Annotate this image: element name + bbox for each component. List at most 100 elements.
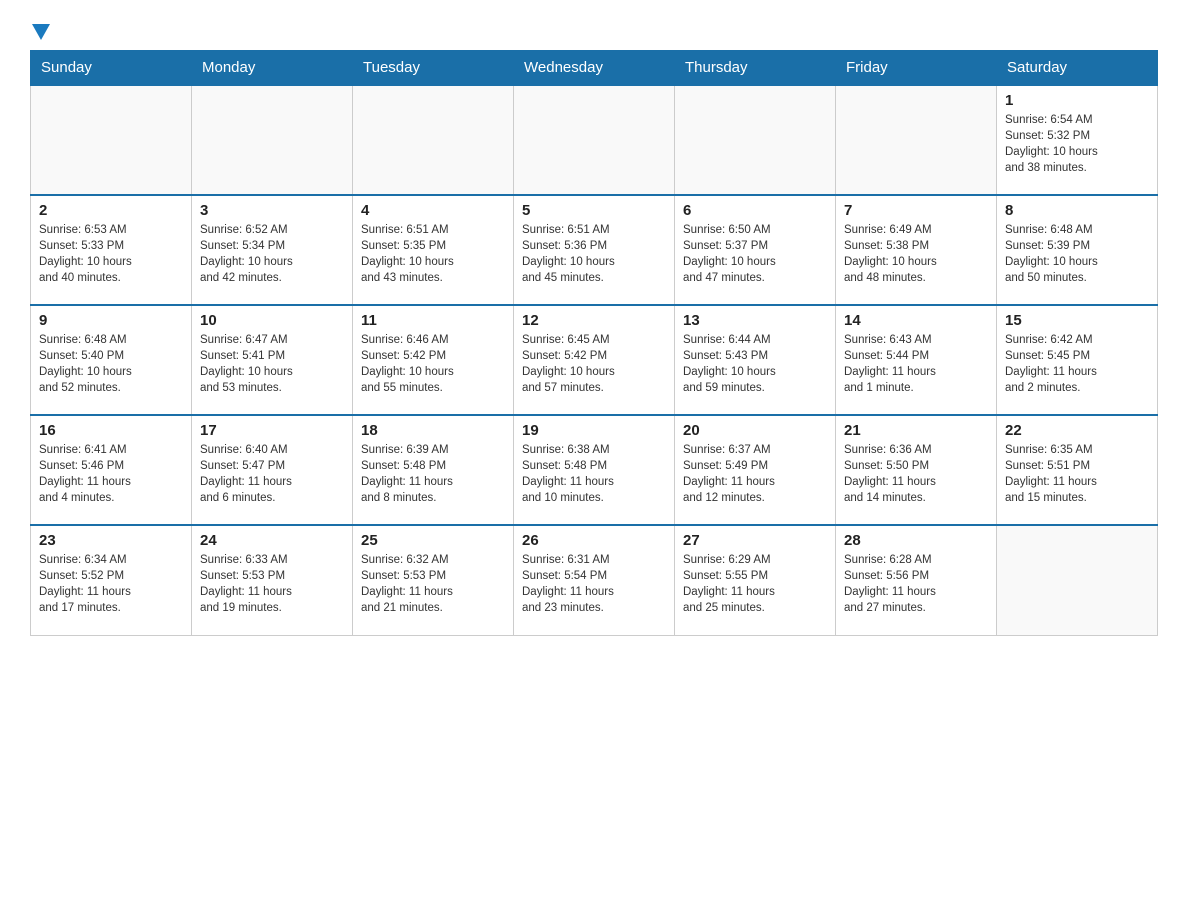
- day-info: Sunrise: 6:28 AM Sunset: 5:56 PM Dayligh…: [844, 552, 988, 616]
- week-row-4: 16Sunrise: 6:41 AM Sunset: 5:46 PM Dayli…: [31, 415, 1158, 525]
- week-row-1: 1 Sunrise: 6:54 AM Sunset: 5:32 PM Daylig…: [31, 85, 1158, 195]
- calendar-cell: 2 Sunrise: 6:53 AM Sunset: 5:33 PM Daylig…: [31, 195, 192, 305]
- day-number: 23: [39, 532, 183, 549]
- day-number: 2: [39, 202, 183, 219]
- calendar-cell: 23Sunrise: 6:34 AM Sunset: 5:52 PM Dayli…: [31, 525, 192, 635]
- calendar-cell: [514, 85, 675, 195]
- day-number: 10: [200, 312, 344, 329]
- day-number: 20: [683, 422, 827, 439]
- calendar-cell: 25 Sunrise: 6:32 AM Sunset: 5:53 PM Dayli…: [353, 525, 514, 635]
- day-info: Sunrise: 6:50 AM Sunset: 5:37 PM Dayligh…: [683, 222, 827, 286]
- day-number: 12: [522, 312, 666, 329]
- calendar-cell: 17Sunrise: 6:40 AM Sunset: 5:47 PM Dayli…: [192, 415, 353, 525]
- calendar-cell: [31, 85, 192, 195]
- calendar-cell: 3 Sunrise: 6:52 AM Sunset: 5:34 PM Daylig…: [192, 195, 353, 305]
- day-number: 22: [1005, 422, 1149, 439]
- day-number: 24: [200, 532, 344, 549]
- day-number: 18: [361, 422, 505, 439]
- day-info: Sunrise: 6:38 AM Sunset: 5:48 PM Dayligh…: [522, 442, 666, 506]
- day-number: 7: [844, 202, 988, 219]
- day-number: 6: [683, 202, 827, 219]
- day-number: 9: [39, 312, 183, 329]
- day-info: Sunrise: 6:29 AM Sunset: 5:55 PM Dayligh…: [683, 552, 827, 616]
- day-number: 5: [522, 202, 666, 219]
- calendar-cell: [192, 85, 353, 195]
- day-info: Sunrise: 6:48 AM Sunset: 5:39 PM Dayligh…: [1005, 222, 1149, 286]
- calendar-cell: 20 Sunrise: 6:37 AM Sunset: 5:49 PM Dayli…: [675, 415, 836, 525]
- weekday-header-wednesday: Wednesday: [514, 51, 675, 86]
- day-number: 11: [361, 312, 505, 329]
- weekday-header-monday: Monday: [192, 51, 353, 86]
- calendar-cell: 5 Sunrise: 6:51 AM Sunset: 5:36 PM Daylig…: [514, 195, 675, 305]
- day-info: Sunrise: 6:49 AM Sunset: 5:38 PM Dayligh…: [844, 222, 988, 286]
- day-number: 13: [683, 312, 827, 329]
- day-info: Sunrise: 6:53 AM Sunset: 5:33 PM Dayligh…: [39, 222, 183, 286]
- calendar-cell: 19 Sunrise: 6:38 AM Sunset: 5:48 PM Dayli…: [514, 415, 675, 525]
- day-info: Sunrise: 6:42 AM Sunset: 5:45 PM Dayligh…: [1005, 332, 1149, 396]
- calendar-cell: 18 Sunrise: 6:39 AM Sunset: 5:48 PM Dayli…: [353, 415, 514, 525]
- weekday-header-row: SundayMondayTuesdayWednesdayThursdayFrid…: [31, 51, 1158, 86]
- day-info: Sunrise: 6:31 AM Sunset: 5:54 PM Dayligh…: [522, 552, 666, 616]
- day-info: Sunrise: 6:36 AM Sunset: 5:50 PM Dayligh…: [844, 442, 988, 506]
- calendar-cell: 7 Sunrise: 6:49 AM Sunset: 5:38 PM Daylig…: [836, 195, 997, 305]
- calendar-cell: 15 Sunrise: 6:42 AM Sunset: 5:45 PM Dayli…: [997, 305, 1158, 415]
- calendar-cell: 24 Sunrise: 6:33 AM Sunset: 5:53 PM Dayli…: [192, 525, 353, 635]
- calendar-cell: 1 Sunrise: 6:54 AM Sunset: 5:32 PM Daylig…: [997, 85, 1158, 195]
- day-number: 27: [683, 532, 827, 549]
- weekday-header-thursday: Thursday: [675, 51, 836, 86]
- day-number: 25: [361, 532, 505, 549]
- day-info: Sunrise: 6:45 AM Sunset: 5:42 PM Dayligh…: [522, 332, 666, 396]
- day-number: 4: [361, 202, 505, 219]
- logo: [30, 20, 50, 40]
- day-number: 16: [39, 422, 183, 439]
- day-info: Sunrise: 6:43 AM Sunset: 5:44 PM Dayligh…: [844, 332, 988, 396]
- calendar-cell: [675, 85, 836, 195]
- calendar-cell: [353, 85, 514, 195]
- day-info: Sunrise: 6:52 AM Sunset: 5:34 PM Dayligh…: [200, 222, 344, 286]
- weekday-header-sunday: Sunday: [31, 51, 192, 86]
- day-number: 8: [1005, 202, 1149, 219]
- day-number: 1: [1005, 92, 1149, 109]
- calendar-cell: 28Sunrise: 6:28 AM Sunset: 5:56 PM Dayli…: [836, 525, 997, 635]
- calendar-cell: 21 Sunrise: 6:36 AM Sunset: 5:50 PM Dayli…: [836, 415, 997, 525]
- week-row-2: 2 Sunrise: 6:53 AM Sunset: 5:33 PM Daylig…: [31, 195, 1158, 305]
- day-number: 19: [522, 422, 666, 439]
- day-number: 17: [200, 422, 344, 439]
- weekday-header-friday: Friday: [836, 51, 997, 86]
- calendar-cell: 14 Sunrise: 6:43 AM Sunset: 5:44 PM Dayli…: [836, 305, 997, 415]
- calendar-cell: 8 Sunrise: 6:48 AM Sunset: 5:39 PM Daylig…: [997, 195, 1158, 305]
- day-info: Sunrise: 6:39 AM Sunset: 5:48 PM Dayligh…: [361, 442, 505, 506]
- calendar-cell: 12 Sunrise: 6:45 AM Sunset: 5:42 PM Dayli…: [514, 305, 675, 415]
- calendar-table: SundayMondayTuesdayWednesdayThursdayFrid…: [30, 50, 1158, 636]
- calendar-cell: 11Sunrise: 6:46 AM Sunset: 5:42 PM Dayli…: [353, 305, 514, 415]
- day-info: Sunrise: 6:54 AM Sunset: 5:32 PM Dayligh…: [1005, 112, 1149, 176]
- day-number: 21: [844, 422, 988, 439]
- calendar-cell: 22 Sunrise: 6:35 AM Sunset: 5:51 PM Dayli…: [997, 415, 1158, 525]
- calendar-cell: [836, 85, 997, 195]
- week-row-5: 23Sunrise: 6:34 AM Sunset: 5:52 PM Dayli…: [31, 525, 1158, 635]
- day-info: Sunrise: 6:51 AM Sunset: 5:35 PM Dayligh…: [361, 222, 505, 286]
- calendar-cell: 4 Sunrise: 6:51 AM Sunset: 5:35 PM Daylig…: [353, 195, 514, 305]
- calendar-cell: 26 Sunrise: 6:31 AM Sunset: 5:54 PM Dayli…: [514, 525, 675, 635]
- calendar-cell: 10 Sunrise: 6:47 AM Sunset: 5:41 PM Dayli…: [192, 305, 353, 415]
- calendar-cell: 27 Sunrise: 6:29 AM Sunset: 5:55 PM Dayli…: [675, 525, 836, 635]
- day-info: Sunrise: 6:47 AM Sunset: 5:41 PM Dayligh…: [200, 332, 344, 396]
- calendar-cell: 6 Sunrise: 6:50 AM Sunset: 5:37 PM Daylig…: [675, 195, 836, 305]
- day-info: Sunrise: 6:48 AM Sunset: 5:40 PM Dayligh…: [39, 332, 183, 396]
- day-info: Sunrise: 6:33 AM Sunset: 5:53 PM Dayligh…: [200, 552, 344, 616]
- calendar-cell: 16Sunrise: 6:41 AM Sunset: 5:46 PM Dayli…: [31, 415, 192, 525]
- week-row-3: 9 Sunrise: 6:48 AM Sunset: 5:40 PM Daylig…: [31, 305, 1158, 415]
- day-info: Sunrise: 6:44 AM Sunset: 5:43 PM Dayligh…: [683, 332, 827, 396]
- weekday-header-tuesday: Tuesday: [353, 51, 514, 86]
- day-info: Sunrise: 6:51 AM Sunset: 5:36 PM Dayligh…: [522, 222, 666, 286]
- calendar-cell: 9 Sunrise: 6:48 AM Sunset: 5:40 PM Daylig…: [31, 305, 192, 415]
- day-number: 14: [844, 312, 988, 329]
- day-info: Sunrise: 6:35 AM Sunset: 5:51 PM Dayligh…: [1005, 442, 1149, 506]
- day-number: 3: [200, 202, 344, 219]
- day-info: Sunrise: 6:37 AM Sunset: 5:49 PM Dayligh…: [683, 442, 827, 506]
- calendar-cell: [997, 525, 1158, 635]
- day-number: 15: [1005, 312, 1149, 329]
- day-info: Sunrise: 6:32 AM Sunset: 5:53 PM Dayligh…: [361, 552, 505, 616]
- weekday-header-saturday: Saturday: [997, 51, 1158, 86]
- day-number: 26: [522, 532, 666, 549]
